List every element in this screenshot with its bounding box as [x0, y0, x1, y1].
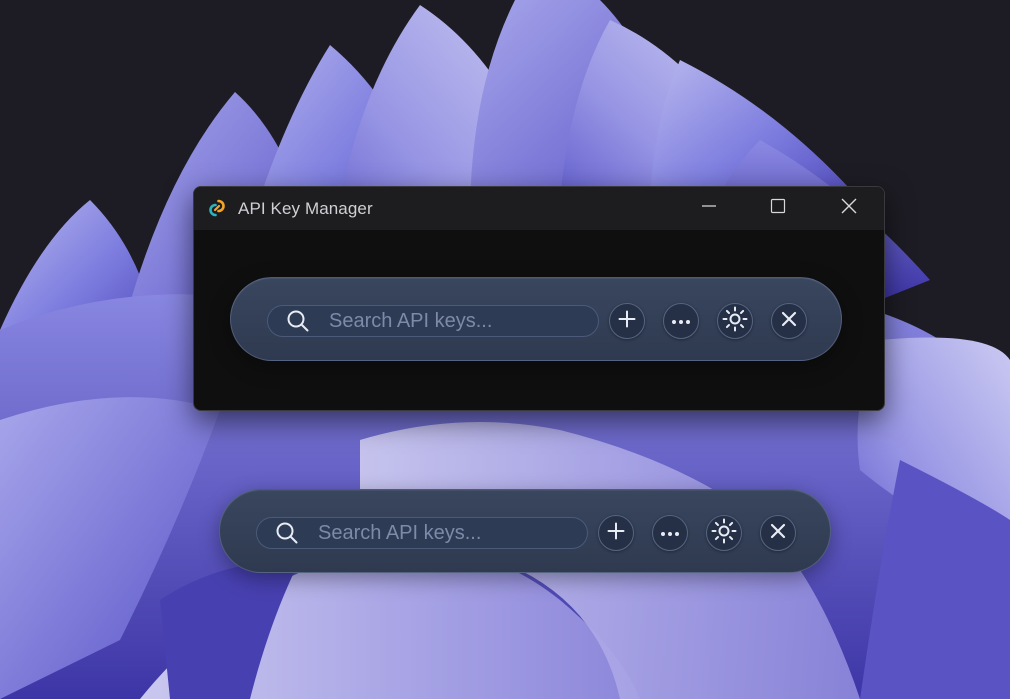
close-icon: [781, 311, 797, 332]
app-window: API Key Manager Search API keys...: [193, 186, 885, 411]
search-icon: [286, 309, 310, 333]
maximize-button[interactable]: [755, 187, 801, 230]
settings-button[interactable]: [706, 515, 742, 551]
close-icon: [770, 523, 786, 544]
settings-button[interactable]: [717, 303, 753, 339]
maximize-icon: [770, 198, 786, 219]
close-window-button[interactable]: [826, 187, 872, 230]
ellipsis-icon: [671, 312, 691, 330]
add-button[interactable]: [609, 303, 645, 339]
search-input[interactable]: Search API keys...: [256, 517, 588, 549]
sun-icon: [711, 518, 737, 549]
search-placeholder: Search API keys...: [329, 310, 493, 332]
plus-icon: [607, 522, 625, 545]
ellipsis-icon: [660, 524, 680, 542]
desktop: API Key Manager Search API keys... Searc…: [0, 0, 1010, 699]
more-options-button[interactable]: [663, 303, 699, 339]
search-input[interactable]: Search API keys...: [267, 305, 599, 337]
plus-icon: [618, 310, 636, 333]
floating-search-toolbar: Search API keys...: [219, 489, 831, 573]
more-options-button[interactable]: [652, 515, 688, 551]
close-button[interactable]: [771, 303, 807, 339]
close-button[interactable]: [760, 515, 796, 551]
close-icon: [840, 197, 858, 220]
minimize-icon: [701, 198, 717, 219]
link-logo-icon: [206, 197, 228, 219]
title-bar[interactable]: API Key Manager: [194, 187, 884, 230]
add-button[interactable]: [598, 515, 634, 551]
minimize-button[interactable]: [686, 187, 732, 230]
sun-icon: [722, 306, 748, 337]
search-placeholder: Search API keys...: [318, 522, 482, 544]
window-title: API Key Manager: [238, 199, 373, 218]
search-toolbar: Search API keys...: [230, 277, 842, 361]
search-icon: [275, 521, 299, 545]
